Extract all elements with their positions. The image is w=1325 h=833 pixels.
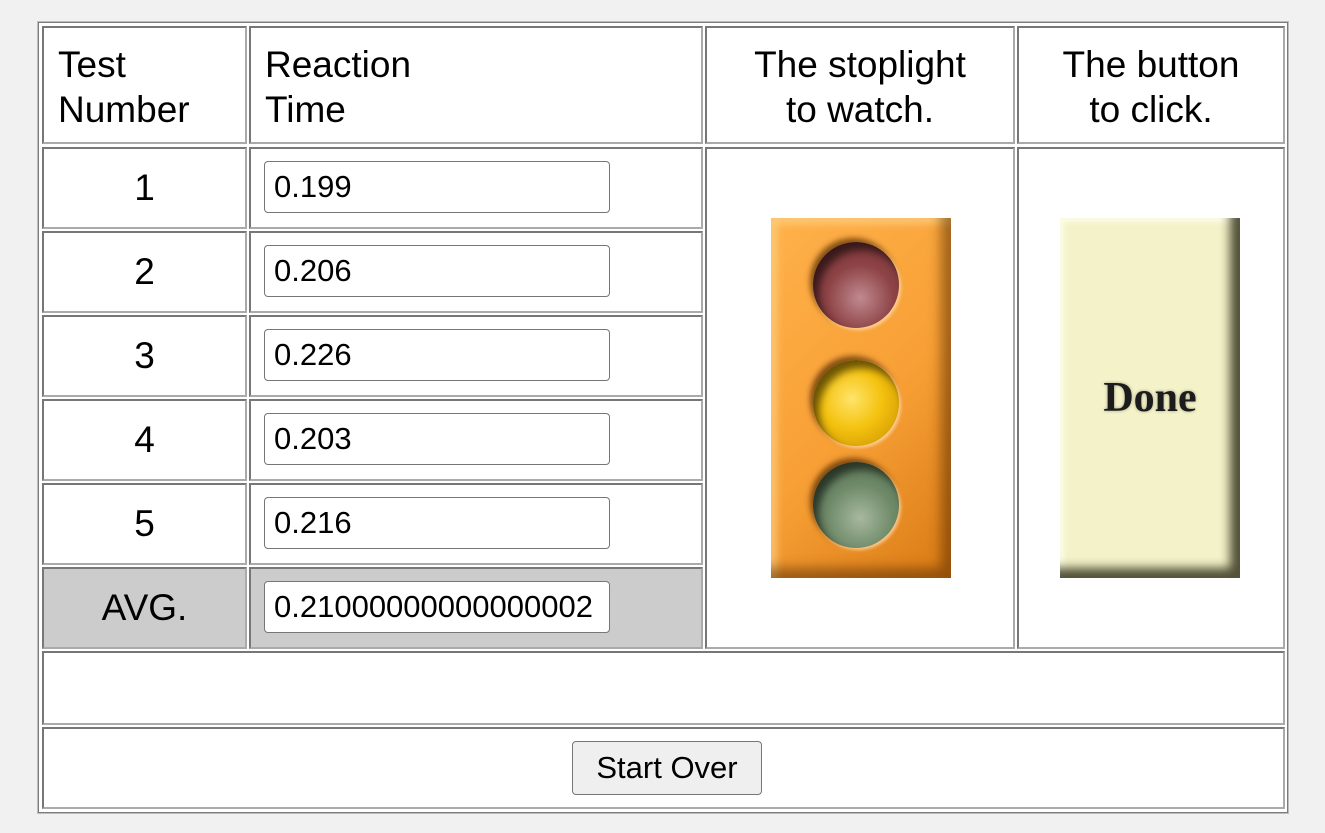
row-5-reaction-field[interactable]: 0.216 bbox=[264, 497, 610, 549]
average-reaction-field[interactable]: 0.21000000000000002 bbox=[264, 581, 610, 633]
header-reaction-time-line1: Reaction bbox=[265, 44, 412, 85]
row-4-cell: 0.203 bbox=[249, 399, 703, 481]
row-3-number: 3 bbox=[42, 315, 247, 397]
row-3-reaction-field[interactable]: 0.226 bbox=[264, 329, 610, 381]
done-button[interactable]: Done bbox=[1060, 218, 1240, 578]
row-4-number: 4 bbox=[42, 399, 247, 481]
row-1-reaction-field[interactable]: 0.199 bbox=[264, 161, 610, 213]
header-stoplight-line1: The stoplight bbox=[754, 44, 966, 85]
red-light-icon bbox=[813, 242, 899, 328]
row-1-number: 1 bbox=[42, 147, 247, 229]
button-cell: Done bbox=[1017, 147, 1285, 649]
average-cell: 0.21000000000000002 bbox=[249, 567, 703, 649]
row-4-reaction-field[interactable]: 0.203 bbox=[264, 413, 610, 465]
row-2-number: 2 bbox=[42, 231, 247, 313]
row-1-cell: 0.199 bbox=[249, 147, 703, 229]
header-stoplight: The stoplight to watch. bbox=[705, 26, 1015, 144]
average-label: AVG. bbox=[42, 567, 247, 649]
green-light-icon bbox=[813, 462, 899, 548]
row-2-cell: 0.206 bbox=[249, 231, 703, 313]
header-button-line1: The button bbox=[1062, 44, 1240, 85]
header-stoplight-line2: to watch. bbox=[785, 89, 935, 130]
start-over-button[interactable]: Start Over bbox=[572, 741, 762, 795]
header-button: The button to click. bbox=[1017, 26, 1285, 144]
start-over-row: Start Over bbox=[42, 727, 1285, 809]
yellow-light-icon bbox=[813, 360, 899, 446]
header-test-number-line1: Test bbox=[58, 44, 126, 85]
row-5-cell: 0.216 bbox=[249, 483, 703, 565]
stoplight-cell bbox=[705, 147, 1015, 649]
header-button-line2: to click. bbox=[1089, 89, 1213, 130]
header-reaction-time: Reaction Time bbox=[249, 26, 703, 144]
header-test-number: Test Number bbox=[42, 26, 247, 144]
header-test-number-line2: Number bbox=[58, 89, 190, 130]
row-2-reaction-field[interactable]: 0.206 bbox=[264, 245, 610, 297]
stoplight-image bbox=[771, 218, 951, 578]
header-reaction-time-line2: Time bbox=[265, 89, 346, 130]
reaction-test-table: Test Number Reaction Time The stoplight … bbox=[37, 21, 1289, 814]
row-3-cell: 0.226 bbox=[249, 315, 703, 397]
message-row bbox=[42, 651, 1285, 725]
row-5-number: 5 bbox=[42, 483, 247, 565]
